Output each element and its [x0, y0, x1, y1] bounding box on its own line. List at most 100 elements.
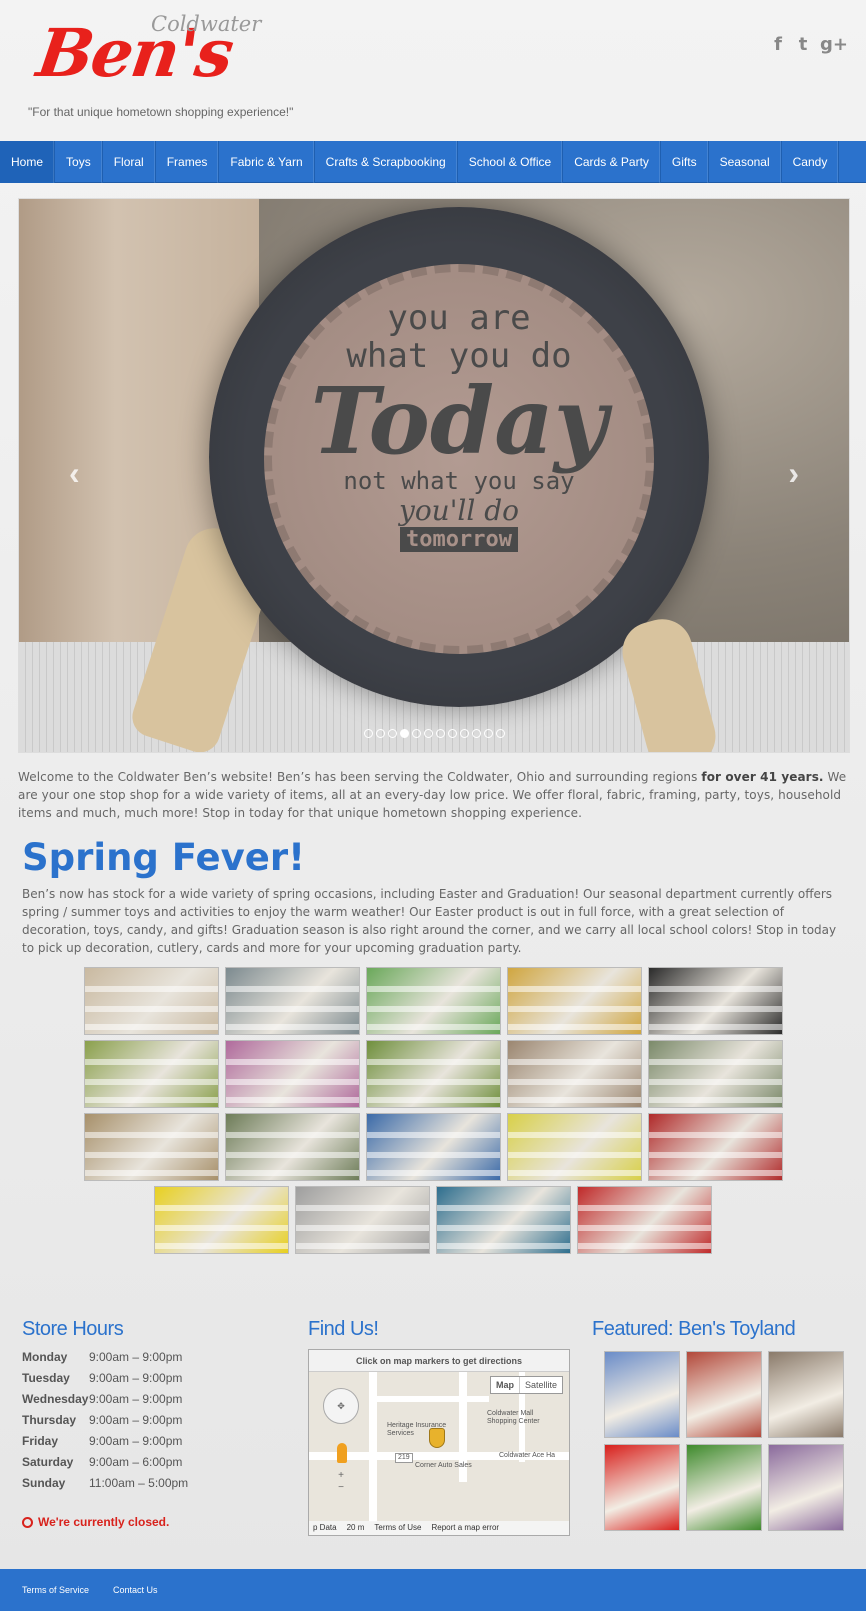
twitter-icon[interactable]: t: [795, 34, 811, 55]
gallery-thumbnail[interactable]: [577, 1186, 712, 1254]
spring-text: Ben’s now has stock for a wide variety o…: [22, 887, 837, 955]
gallery-thumbnail[interactable]: [83, 1040, 219, 1108]
featured-toy-thumbnail[interactable]: [604, 1351, 680, 1438]
store-hours-title: Store Hours: [22, 1318, 124, 1340]
hours-row: Wednesday 9:00am – 9:00pm: [22, 1392, 188, 1413]
slider-dot[interactable]: [387, 729, 397, 738]
slider-dot[interactable]: [423, 729, 433, 738]
map-footer: p Data 20 m Terms of Use Report a map er…: [309, 1521, 569, 1535]
nav-cards-party[interactable]: Cards & Party: [563, 141, 661, 183]
gallery-thumbnail[interactable]: [365, 1040, 501, 1108]
gallery-thumbnail[interactable]: [365, 1113, 501, 1181]
slider-next-arrow-icon[interactable]: ›: [788, 455, 799, 492]
hours-row: Friday 9:00am – 9:00pm: [22, 1434, 188, 1455]
hours-row: Sunday 11:00am – 5:00pm: [22, 1476, 188, 1497]
hours-row: Thursday 9:00am – 9:00pm: [22, 1413, 188, 1434]
slider-dot[interactable]: [447, 729, 457, 738]
image-slider: you are what you do Today not what you s…: [18, 198, 850, 753]
slider-dot[interactable]: [411, 729, 421, 738]
plate-text: you are what you do Today not what you s…: [310, 298, 608, 552]
hours-row: Monday 9:00am – 9:00pm: [22, 1350, 188, 1371]
gallery-thumbnail[interactable]: [647, 967, 783, 1035]
nav-candy[interactable]: Candy: [782, 141, 840, 183]
main-nav: Home Toys Floral Frames Fabric & Yarn Cr…: [0, 141, 866, 183]
nav-home[interactable]: Home: [0, 141, 56, 183]
satellite-button[interactable]: Satellite: [520, 1377, 562, 1393]
hours-row: Tuesday 9:00am – 9:00pm: [22, 1371, 188, 1392]
hours-time: 9:00am – 9:00pm: [89, 1371, 183, 1385]
site-logo[interactable]: Ben's Coldwater: [30, 4, 262, 100]
tagline: "For that unique hometown shopping exper…: [28, 105, 294, 119]
map-type-control: Map Satellite: [489, 1376, 563, 1394]
terms-of-service-link[interactable]: Terms of Service: [22, 1585, 89, 1595]
map-button[interactable]: Map: [491, 1377, 520, 1393]
report-map-error-link[interactable]: Report a map error: [432, 1521, 500, 1535]
hours-time: 9:00am – 9:00pm: [89, 1392, 183, 1406]
hours-row: Saturday 9:00am – 6:00pm: [22, 1455, 188, 1476]
gallery-thumbnail[interactable]: [224, 1040, 360, 1108]
hours-time: 9:00am – 9:00pm: [89, 1350, 183, 1364]
featured-title: Featured: Ben's Toyland: [592, 1318, 796, 1340]
slider-pagination: [19, 729, 849, 738]
slider-dot[interactable]: [495, 729, 505, 738]
nav-crafts-scrapbooking[interactable]: Crafts & Scrapbooking: [315, 141, 458, 183]
slider-dot[interactable]: [375, 729, 385, 738]
gallery-thumbnail[interactable]: [506, 967, 642, 1035]
map-instructions: Click on map markers to get directions: [309, 1350, 569, 1372]
slider-dot[interactable]: [483, 729, 493, 738]
nav-gifts[interactable]: Gifts: [661, 141, 709, 183]
site-footer: Terms of Service Contact Us: [0, 1569, 866, 1611]
map-zoom-control[interactable]: + −: [335, 1470, 347, 1494]
featured-toy-thumbnail[interactable]: [768, 1444, 844, 1531]
featured-toy-thumbnail[interactable]: [768, 1351, 844, 1438]
nav-frames[interactable]: Frames: [156, 141, 220, 183]
store-map[interactable]: Click on map markers to get directions M…: [308, 1349, 570, 1536]
gallery-thumbnail[interactable]: [647, 1113, 783, 1181]
gallery-thumbnail[interactable]: [154, 1186, 289, 1254]
gallery-thumbnail[interactable]: [365, 967, 501, 1035]
gallery-thumbnail[interactable]: [506, 1113, 642, 1181]
slider-prev-arrow-icon[interactable]: ‹: [69, 455, 80, 492]
site-header: Ben's Coldwater "For that unique hometow…: [0, 0, 866, 141]
hours-day: Thursday: [22, 1413, 77, 1427]
google-plus-icon[interactable]: g+: [820, 34, 848, 55]
nav-floral[interactable]: Floral: [103, 141, 156, 183]
contact-us-link[interactable]: Contact Us: [113, 1585, 158, 1595]
nav-seasonal[interactable]: Seasonal: [709, 141, 782, 183]
find-us-title: Find Us!: [308, 1318, 379, 1340]
hours-day: Tuesday: [22, 1371, 70, 1385]
slider-dot[interactable]: [471, 729, 481, 738]
hours-day: Sunday: [22, 1476, 66, 1490]
store-marker-icon[interactable]: [429, 1428, 445, 1448]
facebook-icon[interactable]: f: [770, 34, 786, 55]
nav-fabric-yarn[interactable]: Fabric & Yarn: [219, 141, 315, 183]
hours-day: Wednesday: [22, 1392, 89, 1406]
spring-gallery: [0, 967, 866, 1259]
hours-day: Saturday: [22, 1455, 74, 1469]
gallery-thumbnail[interactable]: [83, 967, 219, 1035]
featured-toy-thumbnail[interactable]: [604, 1444, 680, 1531]
hours-time: 9:00am – 9:00pm: [89, 1434, 183, 1448]
slider-dot[interactable]: [399, 729, 409, 738]
slider-dot[interactable]: [363, 729, 373, 738]
map-pan-control[interactable]: ✥: [323, 1388, 359, 1424]
gallery-thumbnail[interactable]: [224, 1113, 360, 1181]
gallery-thumbnail[interactable]: [83, 1113, 219, 1181]
slider-dot[interactable]: [435, 729, 445, 738]
nav-toys[interactable]: Toys: [55, 141, 103, 183]
street-view-pegman-icon[interactable]: [337, 1443, 347, 1463]
featured-toy-thumbnail[interactable]: [686, 1351, 762, 1438]
gallery-thumbnail[interactable]: [647, 1040, 783, 1108]
gallery-thumbnail[interactable]: [506, 1040, 642, 1108]
hours-day: Friday: [22, 1434, 59, 1448]
store-hours-table: Monday 9:00am – 9:00pm Tuesday 9:00am – 9:0…: [22, 1350, 188, 1497]
slider-dot[interactable]: [459, 729, 469, 738]
logo-sub-text: Coldwater: [151, 12, 262, 36]
gallery-thumbnail[interactable]: [295, 1186, 430, 1254]
gallery-thumbnail[interactable]: [436, 1186, 571, 1254]
nav-school-office[interactable]: School & Office: [458, 141, 564, 183]
gallery-thumbnail[interactable]: [224, 967, 360, 1035]
featured-toy-thumbnail[interactable]: [686, 1444, 762, 1531]
map-terms-link[interactable]: Terms of Use: [374, 1521, 421, 1535]
hours-time: 9:00am – 9:00pm: [89, 1413, 183, 1427]
